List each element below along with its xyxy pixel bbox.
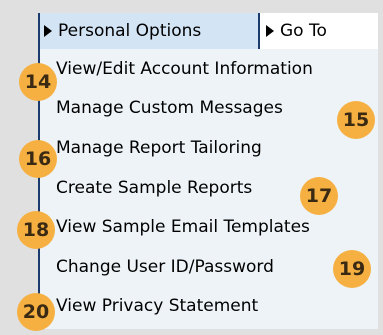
menu-tab-bar: Personal Options Go To	[40, 13, 378, 49]
personal-options-menu: Personal Options Go To View/Edit Account…	[38, 13, 378, 329]
menu-item-manage-report-tailoring[interactable]: Manage Report Tailoring	[40, 128, 378, 168]
callout-badge-19: 19	[333, 250, 371, 288]
triangle-right-icon	[266, 25, 274, 37]
menu-item-view-sample-email-templates[interactable]: View Sample Email Templates	[40, 207, 378, 247]
callout-badge-14: 14	[19, 63, 57, 101]
menu-item-manage-custom-messages[interactable]: Manage Custom Messages	[40, 89, 378, 129]
menu-item-change-user-id-password[interactable]: Change User ID/Password	[40, 247, 378, 287]
menu-item-view-edit-account[interactable]: View/Edit Account Information	[40, 49, 378, 89]
triangle-right-icon	[44, 25, 52, 37]
callout-badge-15: 15	[337, 101, 375, 139]
menu-item-view-privacy-statement[interactable]: View Privacy Statement	[40, 287, 378, 327]
tab-label: Go To	[280, 21, 327, 41]
callout-badge-17: 17	[300, 177, 338, 215]
callout-badge-18: 18	[17, 211, 55, 249]
tab-go-to[interactable]: Go To	[258, 13, 378, 49]
callout-badge-20: 20	[17, 293, 55, 331]
tab-personal-options[interactable]: Personal Options	[40, 13, 258, 49]
callout-badge-16: 16	[19, 140, 57, 178]
tab-label: Personal Options	[58, 21, 202, 41]
